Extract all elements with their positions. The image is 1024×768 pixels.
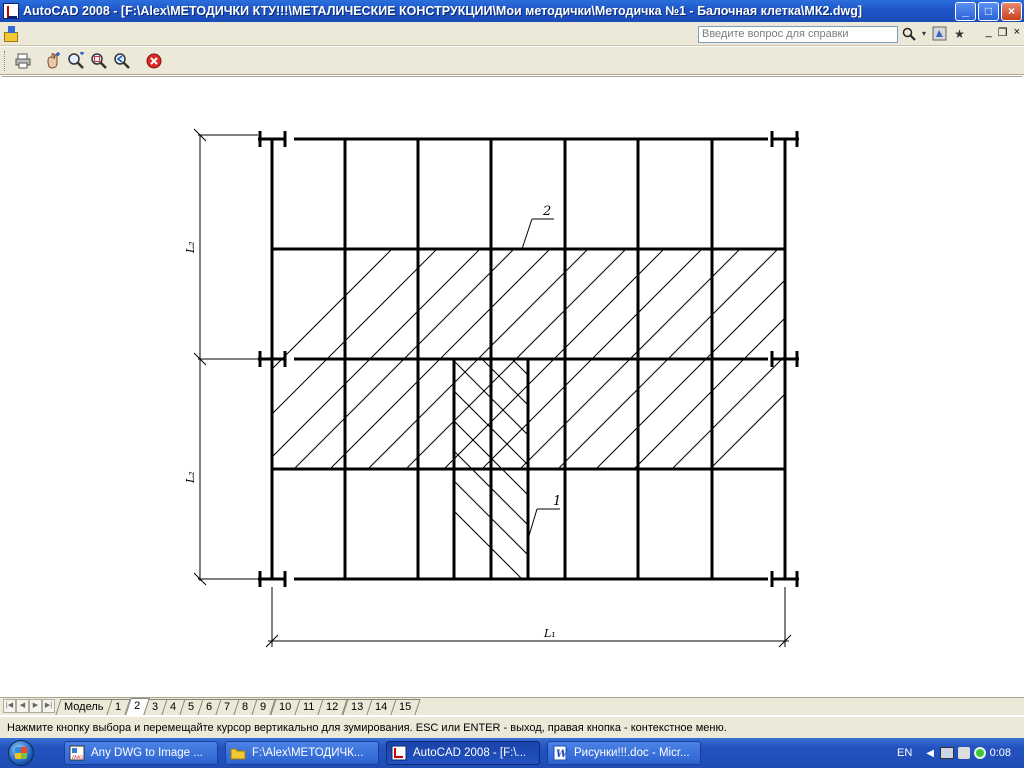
word-document-icon: W: [553, 745, 568, 761]
taskbar-item-dwg-to-image[interactable]: IMG Any DWG to Image ...: [64, 741, 218, 765]
first-tab-arrow-icon[interactable]: |◀: [3, 699, 16, 713]
title-bar: AutoCAD 2008 - [F:\Alex\МЕТОДИЧКИ КТУ!!!…: [0, 0, 1024, 22]
minimize-button[interactable]: _: [955, 1, 976, 21]
last-tab-arrow-icon[interactable]: ▶|: [42, 699, 55, 713]
close-button[interactable]: ×: [1001, 1, 1022, 21]
preview-toolbar: [0, 47, 1024, 75]
dimension-label-l1: L₁: [543, 627, 556, 640]
dimension-label-l2-lower: L₂: [184, 471, 197, 484]
window-controls: _ □ ×: [955, 1, 1022, 21]
maximize-button[interactable]: □: [978, 1, 999, 21]
toolbar-grip[interactable]: [4, 51, 7, 71]
next-tab-arrow-icon[interactable]: ▶: [29, 699, 42, 713]
autocad-app-icon[interactable]: [3, 3, 19, 19]
tab-layout-15[interactable]: 15: [390, 699, 421, 715]
prev-tab-arrow-icon[interactable]: ◀: [16, 699, 29, 713]
layout-tabs-bar: |◀ ◀ ▶ ▶| Модель 1 2 3 4 5 6 7 8 9 10 11 12 13 14 15: [0, 697, 1024, 715]
command-prompt: Нажмите кнопку выбора и перемещайте курс…: [0, 716, 1024, 738]
status-green-icon[interactable]: [973, 747, 986, 759]
menu-bar: Введите вопрос для справки ▾ ★ _ ❐ ×: [0, 22, 1024, 46]
language-indicator[interactable]: EN: [897, 747, 912, 759]
zoom-realtime-icon[interactable]: [66, 51, 86, 71]
beam-hatch-area: [454, 359, 528, 579]
favorites-star-icon[interactable]: ★: [951, 25, 968, 42]
system-tray: EN ◀ 0:08: [892, 738, 1024, 768]
plot-icon[interactable]: [13, 51, 33, 71]
dropdown-arrow-icon[interactable]: ▾: [920, 25, 928, 42]
clock[interactable]: 0:08: [990, 747, 1011, 759]
dwg-converter-icon: IMG: [69, 745, 85, 761]
communication-center-icon[interactable]: [931, 25, 948, 42]
svg-text:W: W: [556, 749, 568, 760]
help-search-input[interactable]: Введите вопрос для справки: [698, 26, 898, 43]
callout-label-2: 2: [542, 204, 551, 219]
doc-restore-button[interactable]: ❐: [998, 26, 1008, 39]
taskbar-item-explorer-folder[interactable]: F:\Alex\МЕТОДИЧК...: [225, 741, 379, 765]
windows-logo-icon: [8, 740, 34, 766]
svg-text:IMG: IMG: [71, 755, 83, 761]
autocad-icon: [391, 745, 407, 761]
tab-navigation: |◀ ◀ ▶ ▶|: [3, 699, 55, 715]
document-window-controls: _ ❐ ×: [986, 26, 1020, 39]
beam-grid-drawing: L₁ L₂ L₂ 2 1: [184, 128, 799, 648]
callout-label-1: 1: [553, 494, 561, 509]
window-title: AutoCAD 2008 - [F:\Alex\МЕТОДИЧКИ КТУ!!!…: [23, 4, 863, 18]
help-tools: ▾ ★: [900, 25, 968, 42]
zoom-window-icon[interactable]: [89, 51, 109, 71]
drawing-canvas[interactable]: L₁ L₂ L₂ 2 1: [2, 76, 1022, 696]
sound-icon[interactable]: [957, 747, 970, 759]
doc-close-button[interactable]: ×: [1014, 26, 1020, 39]
pan-realtime-icon[interactable]: [43, 51, 63, 71]
taskbar-item-word-document[interactable]: W Рисунки!!!.doc - Micr...: [547, 741, 701, 765]
tray-expand-icon[interactable]: ◀: [926, 748, 934, 759]
layout-tabs: Модель 1 2 3 4 5 6 7 8 9 10 11 12 13 14 15: [55, 698, 421, 715]
zoom-previous-icon[interactable]: [112, 51, 132, 71]
search-icon[interactable]: [900, 25, 917, 42]
dimension-label-l2-upper: L₂: [184, 241, 197, 254]
document-icon[interactable]: [4, 26, 20, 42]
taskbar-item-autocad[interactable]: AutoCAD 2008 - [F:\...: [386, 741, 540, 765]
start-button[interactable]: [0, 738, 52, 768]
doc-minimize-button[interactable]: _: [986, 26, 992, 39]
close-preview-icon[interactable]: [144, 51, 164, 71]
taskbar: IMG Any DWG to Image ... F:\Alex\МЕТОДИЧ…: [0, 738, 1024, 768]
network-icon[interactable]: [939, 747, 954, 759]
folder-icon: [230, 748, 246, 760]
tab-model[interactable]: Модель: [55, 699, 114, 715]
